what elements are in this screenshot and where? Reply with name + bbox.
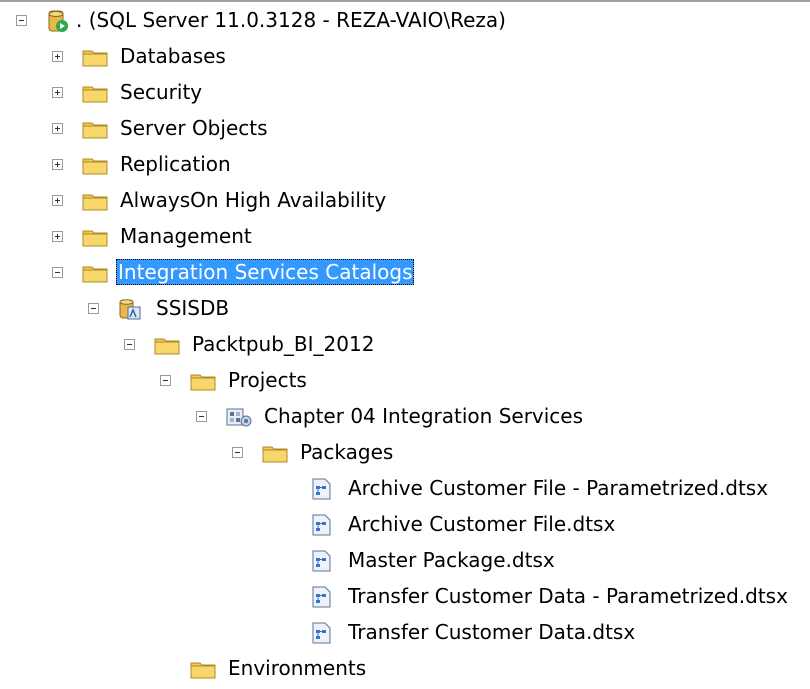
project-label[interactable]: Chapter 04 Integration Services: [262, 403, 585, 429]
tree-node-security[interactable]: Security: [0, 75, 810, 111]
folder-icon: [262, 441, 288, 465]
integration-services-catalogs-label[interactable]: Integration Services Catalogs: [116, 259, 415, 285]
object-explorer-tree: . (SQL Server 11.0.3128 - REZA-VAIO\Reza…: [0, 3, 810, 687]
server-label[interactable]: . (SQL Server 11.0.3128 - REZA-VAIO\Reza…: [74, 7, 508, 33]
tree-node-integration-services-catalogs[interactable]: Integration Services Catalogs: [0, 255, 810, 291]
tree-node-server-objects[interactable]: Server Objects: [0, 111, 810, 147]
tree-node-package[interactable]: Transfer Customer Data.dtsx: [0, 615, 810, 651]
folder-icon: [82, 225, 108, 249]
tree-node-package[interactable]: Archive Customer File - Parametrized.dts…: [0, 471, 810, 507]
security-label[interactable]: Security: [118, 79, 204, 105]
tree-node-environments[interactable]: Environments: [0, 651, 810, 687]
tree-node-alwayson[interactable]: AlwaysOn High Availability: [0, 183, 810, 219]
tree-node-packages[interactable]: Packages: [0, 435, 810, 471]
folder-icon: [82, 261, 108, 285]
alwayson-label[interactable]: AlwaysOn High Availability: [118, 187, 388, 213]
tree-node-package[interactable]: Transfer Customer Data - Parametrized.dt…: [0, 579, 810, 615]
folder-icon: [190, 369, 216, 393]
tree-node-databases[interactable]: Databases: [0, 39, 810, 75]
tree-node-package[interactable]: Master Package.dtsx: [0, 543, 810, 579]
package-label[interactable]: Transfer Customer Data - Parametrized.dt…: [346, 583, 790, 609]
collapse-toggle-icon[interactable]: [124, 339, 135, 350]
collapse-toggle-icon[interactable]: [160, 375, 171, 386]
folder-icon: [82, 153, 108, 177]
tree-node-project[interactable]: Chapter 04 Integration Services: [0, 399, 810, 435]
collapse-toggle-icon[interactable]: [52, 267, 63, 278]
tree-node-ssisdb[interactable]: SSISDB: [0, 291, 810, 327]
replication-label[interactable]: Replication: [118, 151, 233, 177]
expand-toggle-icon[interactable]: [52, 123, 63, 134]
folder-icon: [82, 45, 108, 69]
tree-node-folder[interactable]: Packtpub_BI_2012: [0, 327, 810, 363]
collapse-toggle-icon[interactable]: [232, 447, 243, 458]
folder-icon: [82, 117, 108, 141]
folder-icon: [190, 657, 216, 681]
ssis-package-icon: [310, 585, 334, 609]
package-label[interactable]: Transfer Customer Data.dtsx: [346, 619, 637, 645]
expand-toggle-icon[interactable]: [52, 231, 63, 242]
ssis-package-icon: [310, 549, 334, 573]
folder-icon: [82, 189, 108, 213]
folder-label[interactable]: Packtpub_BI_2012: [190, 331, 376, 357]
projects-label[interactable]: Projects: [226, 367, 309, 393]
expand-toggle-icon[interactable]: [52, 51, 63, 62]
ssis-project-icon: [226, 405, 252, 429]
expand-toggle-icon[interactable]: [52, 195, 63, 206]
expand-toggle-icon[interactable]: [52, 159, 63, 170]
ssis-package-icon: [310, 621, 334, 645]
server-running-icon: [46, 9, 70, 33]
management-label[interactable]: Management: [118, 223, 254, 249]
folder-icon: [154, 333, 180, 357]
packages-label[interactable]: Packages: [298, 439, 395, 465]
tree-node-projects[interactable]: Projects: [0, 363, 810, 399]
collapse-toggle-icon[interactable]: [88, 303, 99, 314]
databases-label[interactable]: Databases: [118, 43, 228, 69]
environments-label[interactable]: Environments: [226, 655, 368, 681]
tree-node-server[interactable]: . (SQL Server 11.0.3128 - REZA-VAIO\Reza…: [0, 3, 810, 39]
tree-node-replication[interactable]: Replication: [0, 147, 810, 183]
package-label[interactable]: Archive Customer File.dtsx: [346, 511, 617, 537]
expand-toggle-icon[interactable]: [52, 87, 63, 98]
ssis-package-icon: [310, 477, 334, 501]
ssisdb-label[interactable]: SSISDB: [154, 295, 231, 321]
collapse-toggle-icon[interactable]: [196, 411, 207, 422]
collapse-toggle-icon[interactable]: [16, 15, 27, 26]
package-label[interactable]: Master Package.dtsx: [346, 547, 557, 573]
tree-node-management[interactable]: Management: [0, 219, 810, 255]
folder-icon: [82, 81, 108, 105]
ssis-package-icon: [310, 513, 334, 537]
package-label[interactable]: Archive Customer File - Parametrized.dts…: [346, 475, 770, 501]
tree-node-package[interactable]: Archive Customer File.dtsx: [0, 507, 810, 543]
top-border: [0, 0, 810, 2]
server-objects-label[interactable]: Server Objects: [118, 115, 270, 141]
catalog-database-icon: [118, 297, 142, 321]
